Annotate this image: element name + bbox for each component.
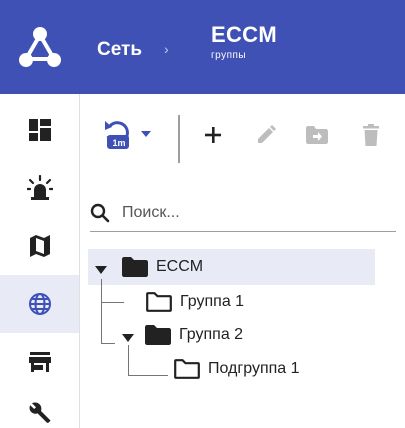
map-icon: [29, 235, 50, 257]
breadcrumb-root[interactable]: Сеть: [97, 39, 142, 61]
collapse-arrow-icon[interactable]: [94, 265, 108, 275]
sidebar: [0, 94, 80, 428]
alarm-light-icon: [26, 175, 53, 200]
sidebar-item-alarms[interactable]: [0, 159, 79, 217]
move-button[interactable]: [302, 118, 332, 152]
add-button[interactable]: [198, 118, 228, 152]
search-icon: [90, 203, 110, 223]
store-icon: [28, 352, 51, 372]
tree-node-group-1[interactable]: Группа 1: [146, 286, 244, 318]
folder-outline-icon: [174, 359, 200, 379]
sidebar-item-settings[interactable]: [0, 384, 79, 428]
folder-filled-icon: [122, 257, 148, 277]
sidebar-item-map[interactable]: [0, 217, 79, 275]
folder-move-icon: [306, 126, 328, 144]
pencil-icon: [258, 125, 276, 143]
sidebar-item-dashboard[interactable]: [0, 101, 79, 159]
sidebar-item-store[interactable]: [0, 333, 79, 391]
page-title: ECCM: [211, 22, 277, 47]
globe-icon: [28, 293, 51, 315]
tree-node-subgroup-1[interactable]: Подгруппа 1: [174, 353, 300, 385]
tree-connector: [101, 343, 115, 344]
breadcrumb-current: ECCM группы: [211, 22, 277, 61]
folder-outline-icon: [146, 292, 172, 312]
plus-icon: [205, 127, 221, 143]
tree-node-group-2[interactable]: Группа 2: [121, 319, 243, 351]
search-field: [90, 196, 396, 232]
tree-node-label: Группа 1: [180, 293, 245, 310]
tree-connector: [101, 279, 102, 343]
tree-node-label: Подгруппа 1: [208, 360, 300, 377]
collapse-arrow-icon[interactable]: [121, 333, 135, 343]
breadcrumb-separator-icon: ›: [164, 41, 169, 57]
refresh-interval-badge: 1m: [112, 138, 126, 148]
tree-node-label: ECCM: [156, 258, 204, 275]
edit-button[interactable]: [251, 118, 281, 152]
tree-connector: [101, 302, 124, 303]
folder-filled-icon: [145, 325, 171, 345]
network-logo-icon[interactable]: [0, 0, 80, 94]
delete-button[interactable]: [356, 118, 386, 152]
wrench-icon: [29, 402, 50, 423]
trash-icon: [363, 124, 379, 146]
dashboard-icon: [28, 119, 51, 141]
toolbar-divider: [178, 115, 180, 163]
search-input[interactable]: [122, 200, 392, 226]
page-subtitle: группы: [211, 50, 247, 61]
tree-node-label: Группа 2: [179, 326, 244, 343]
refresh-interval-button[interactable]: 1m: [102, 118, 158, 152]
toolbar: 1m: [80, 94, 405, 174]
tree-node-eccm[interactable]: ECCM: [94, 251, 203, 283]
app-header: Сеть › ECCM группы: [0, 0, 405, 94]
tree-connector: [128, 375, 168, 376]
main-content: 1m Поиск... ECCM Группа 1 Группа 2 Подгр…: [80, 94, 405, 428]
sidebar-item-network[interactable]: [0, 275, 79, 333]
